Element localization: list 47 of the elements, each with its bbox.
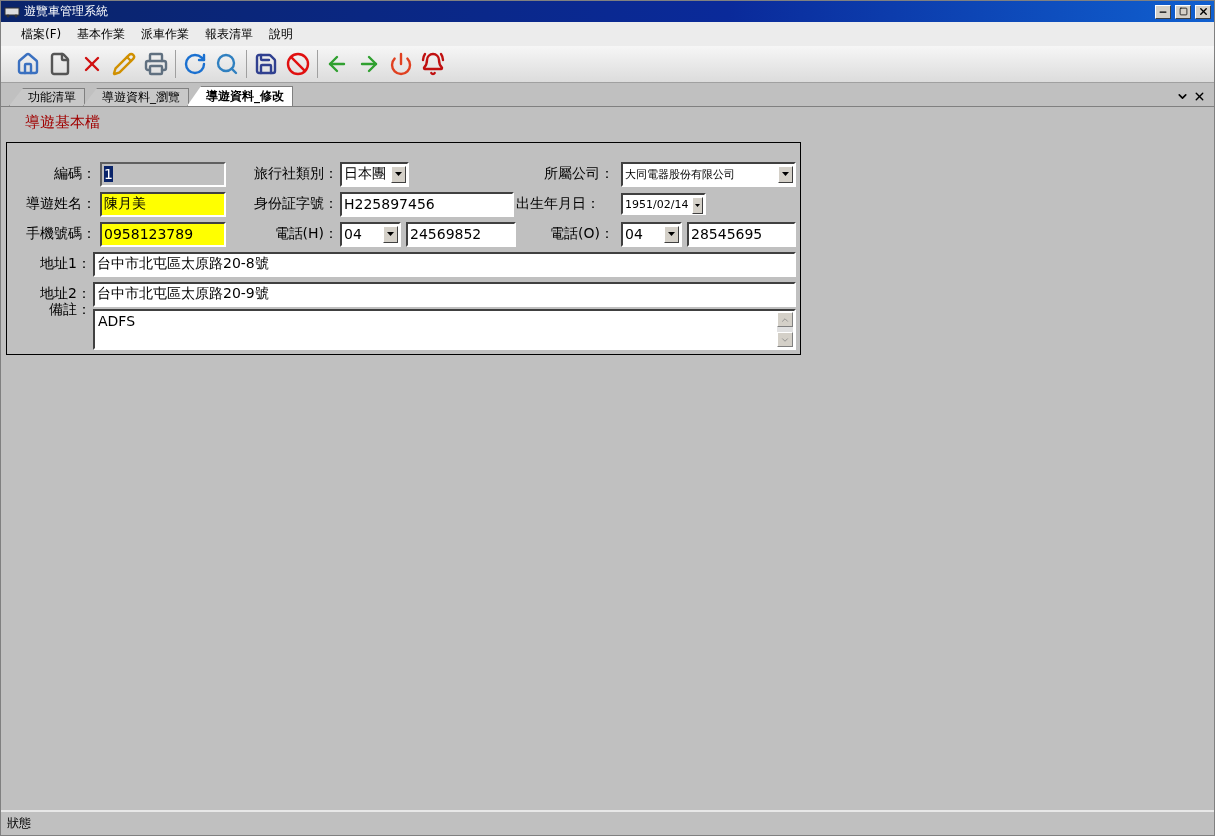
minimize-button[interactable]: [1155, 4, 1171, 19]
field-label: 所屬公司：: [543, 165, 614, 183]
selected-text: 1: [104, 166, 113, 182]
text-area[interactable]: ADFS: [93, 309, 796, 350]
field-label: 地址2：: [39, 285, 91, 302]
input-field[interactable]: 0958123789: [100, 221, 226, 247]
field-label: 手機號碼：: [25, 225, 96, 243]
dropdown-field[interactable]: 大同電器股份有限公司: [621, 161, 796, 187]
scroll-up-button[interactable]: [777, 312, 793, 327]
input-field[interactable]: 台中市北屯區太原路20-9號: [93, 281, 796, 307]
section-title: 導遊基本檔: [25, 113, 100, 132]
dropdown-field[interactable]: 日本團: [340, 161, 409, 187]
window-title: 遊覽車管理系統: [24, 3, 109, 20]
date-field[interactable]: 1951/02/14: [621, 193, 706, 215]
field-label: 備註：: [48, 301, 91, 319]
close-icon: [1197, 6, 1209, 17]
bus-icon: [4, 5, 20, 18]
field-label: 導遊姓名：: [25, 195, 96, 213]
maximize-button[interactable]: [1175, 4, 1191, 19]
menu-item[interactable]: 基本作業: [69, 25, 134, 43]
close-button[interactable]: [1195, 4, 1211, 19]
field-label: 旅行社類別：: [253, 165, 338, 183]
input-field[interactable]: 24569852: [406, 221, 516, 247]
field-label: 編碼：: [53, 165, 96, 183]
maximize-icon: [1178, 7, 1188, 16]
tab[interactable]: 導遊資料_瀏覽: [83, 88, 189, 106]
menu-item[interactable]: 說明: [261, 25, 302, 43]
input-field[interactable]: 1: [100, 161, 226, 187]
tab[interactable]: 導遊資料_修改: [187, 86, 293, 106]
input-field[interactable]: 陳月美: [100, 191, 226, 217]
input-field[interactable]: 台中市北屯區太原路20-8號: [93, 251, 796, 277]
field-label: 地址1：: [39, 255, 91, 273]
input-field[interactable]: H225897456: [340, 191, 514, 217]
tab[interactable]: 功能清單: [9, 88, 85, 106]
dropdown-field[interactable]: 04: [621, 221, 682, 247]
status-text: 狀態: [7, 815, 31, 832]
field-label: 身份証字號：: [253, 195, 338, 213]
field-label: 電話(H)：: [273, 225, 338, 243]
scroll-down-button[interactable]: [777, 332, 793, 347]
input-field[interactable]: 28545695: [687, 221, 796, 247]
menu-item[interactable]: 報表清單: [197, 25, 262, 43]
close-icon[interactable]: [1193, 90, 1206, 103]
field-label: 出生年月日：: [516, 195, 601, 213]
field-label: 電話(O)：: [549, 225, 614, 243]
dropdown-field[interactable]: 04: [340, 221, 401, 247]
menu-item[interactable]: 檔案(F): [13, 25, 70, 43]
menu-item[interactable]: 派車作業: [133, 25, 198, 43]
